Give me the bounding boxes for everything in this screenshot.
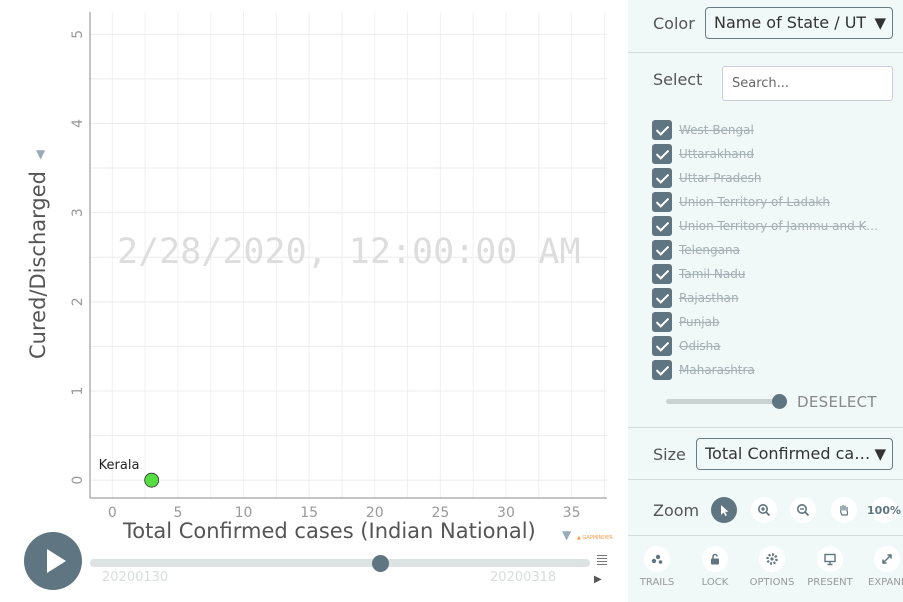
present-button[interactable]: PRESENT [801, 546, 859, 588]
expand-button[interactable]: EXPAND [858, 546, 903, 588]
list-item-label: Tamil Nadu [679, 267, 746, 281]
checkbox[interactable] [652, 240, 672, 260]
list-item[interactable]: Odisha [652, 334, 884, 358]
bubble-label: Kerala [99, 458, 140, 473]
y-tick-label: 1 [70, 387, 86, 396]
present-icon [817, 546, 843, 572]
toolbar-label: TRAILS [639, 577, 675, 588]
list-item-label: Rajasthan [679, 291, 739, 305]
gear-icon [759, 546, 785, 572]
side-panel: Color Name of State / UT ▼ Select West B… [628, 0, 903, 602]
x-tick-label: 35 [563, 505, 581, 521]
divider [628, 535, 903, 536]
list-item[interactable]: Union Territory of Ladakh [652, 190, 884, 214]
y-tick-label: 4 [70, 119, 86, 128]
list-item[interactable]: Punjab [652, 310, 884, 334]
checkbox[interactable] [652, 216, 672, 236]
toolbar-label: LOCK [701, 577, 729, 588]
deselect-slider[interactable] [666, 399, 780, 404]
search-input[interactable] [722, 66, 893, 101]
forward-icon[interactable]: ▶ [594, 574, 602, 585]
chevron-down-icon: ▼ [874, 14, 886, 32]
list-item-label: Odisha [679, 339, 721, 353]
x-axis-title[interactable]: Total Confirmed cases (Indian National) [123, 519, 536, 543]
y-axis-dropdown-icon[interactable]: ▼ [36, 147, 45, 161]
bubble [144, 472, 160, 488]
speed-icon[interactable] [597, 555, 607, 569]
deselect-button[interactable]: DESELECT [797, 393, 877, 411]
y-axis-title[interactable]: Cured/Discharged [26, 171, 50, 359]
checkbox[interactable] [652, 336, 672, 356]
y-tick-label: 2 [70, 297, 86, 306]
list-item[interactable]: Telengana [652, 238, 884, 262]
list-item[interactable]: West Bengal [652, 118, 884, 142]
checkbox[interactable] [652, 144, 672, 164]
trails-icon [644, 546, 670, 572]
size-label: Size [653, 445, 686, 464]
scatter-plot: 0 5 10 15 20 25 30 35012345Kerala [70, 12, 607, 521]
lock-button[interactable]: LOCK [686, 546, 744, 588]
cursor-icon[interactable] [711, 497, 737, 523]
size-select[interactable]: Total Confirmed cases (Indian National) … [696, 438, 893, 470]
pan-hand-icon[interactable] [831, 497, 857, 523]
y-tick-label: 0 [70, 476, 86, 485]
list-item-label: West Bengal [679, 123, 754, 137]
list-item[interactable]: Uttarakhand [652, 142, 884, 166]
color-select[interactable]: Name of State / UT ▼ [705, 7, 893, 39]
zoom-in-icon[interactable] [751, 497, 777, 523]
checkbox[interactable] [652, 192, 672, 212]
list-item-label: Maharashtra [679, 363, 755, 377]
list-item[interactable]: Maharashtra [652, 358, 884, 382]
time-watermark: 2/28/2020, 12:00:00 AM [117, 232, 581, 272]
deselect-handle[interactable] [772, 394, 787, 409]
x-axis-dropdown-icon[interactable]: ▼ [562, 528, 571, 542]
list-item-label: Punjab [679, 315, 720, 329]
divider [628, 52, 903, 53]
color-label: Color [653, 14, 695, 33]
list-item-label: Union Territory of Jammu and Kashmir [679, 219, 881, 233]
toolbar-label: PRESENT [807, 577, 853, 588]
trails-button[interactable]: TRAILS [628, 546, 686, 588]
zoom-label: Zoom [653, 501, 700, 520]
timeline-slider[interactable] [90, 559, 590, 567]
list-item[interactable]: Uttar Pradesh [652, 166, 884, 190]
chart-area: 0 5 10 15 20 25 30 35 0 1 2 3 4 5 Kerala Cured/Dischar… [0, 0, 628, 602]
timeline-end-label: 20200318 [490, 570, 557, 585]
zoom-100-button[interactable]: 100% [867, 497, 901, 523]
gapminder-credit[interactable]: ▲ GAPMINDER [577, 535, 613, 541]
timeline-handle[interactable] [372, 555, 389, 572]
list-item[interactable]: Union Territory of Jammu and Kashmir [652, 214, 884, 238]
lock-icon [702, 546, 728, 572]
gear-button[interactable]: OPTIONS [743, 546, 801, 588]
list-item[interactable]: Tamil Nadu [652, 262, 884, 286]
checkbox[interactable] [652, 264, 672, 284]
list-item-label: Telengana [679, 243, 740, 257]
list-item-label: Uttar Pradesh [679, 171, 762, 185]
list-item-label: Uttarakhand [679, 147, 754, 161]
y-tick-label: 3 [70, 208, 86, 217]
play-button[interactable] [24, 532, 82, 590]
timeline-start-label: 20200130 [102, 570, 169, 585]
toolbar-label: EXPAND [868, 577, 903, 588]
checkbox[interactable] [652, 312, 672, 332]
list-item[interactable]: Rajasthan [652, 286, 884, 310]
chevron-down-icon: ▼ [874, 445, 886, 463]
checkbox[interactable] [652, 168, 672, 188]
list-item-label: Union Territory of Ladakh [679, 195, 830, 209]
select-label: Select [653, 70, 703, 89]
state-list: West Bengal Uttarakhand Uttar Pradesh Union… [652, 118, 884, 382]
zoom-out-icon[interactable] [790, 497, 816, 523]
size-select-value: Total Confirmed cases (Indian National) [705, 444, 873, 463]
checkbox[interactable] [652, 288, 672, 308]
checkbox[interactable] [652, 120, 672, 140]
divider [628, 427, 903, 428]
divider [628, 479, 903, 480]
color-select-value: Name of State / UT [714, 13, 867, 32]
toolbar-label: OPTIONS [749, 577, 795, 588]
checkbox[interactable] [652, 360, 672, 380]
x-tick-label: 0 [108, 505, 117, 521]
y-tick-label: 5 [70, 30, 86, 39]
expand-icon [874, 546, 900, 572]
